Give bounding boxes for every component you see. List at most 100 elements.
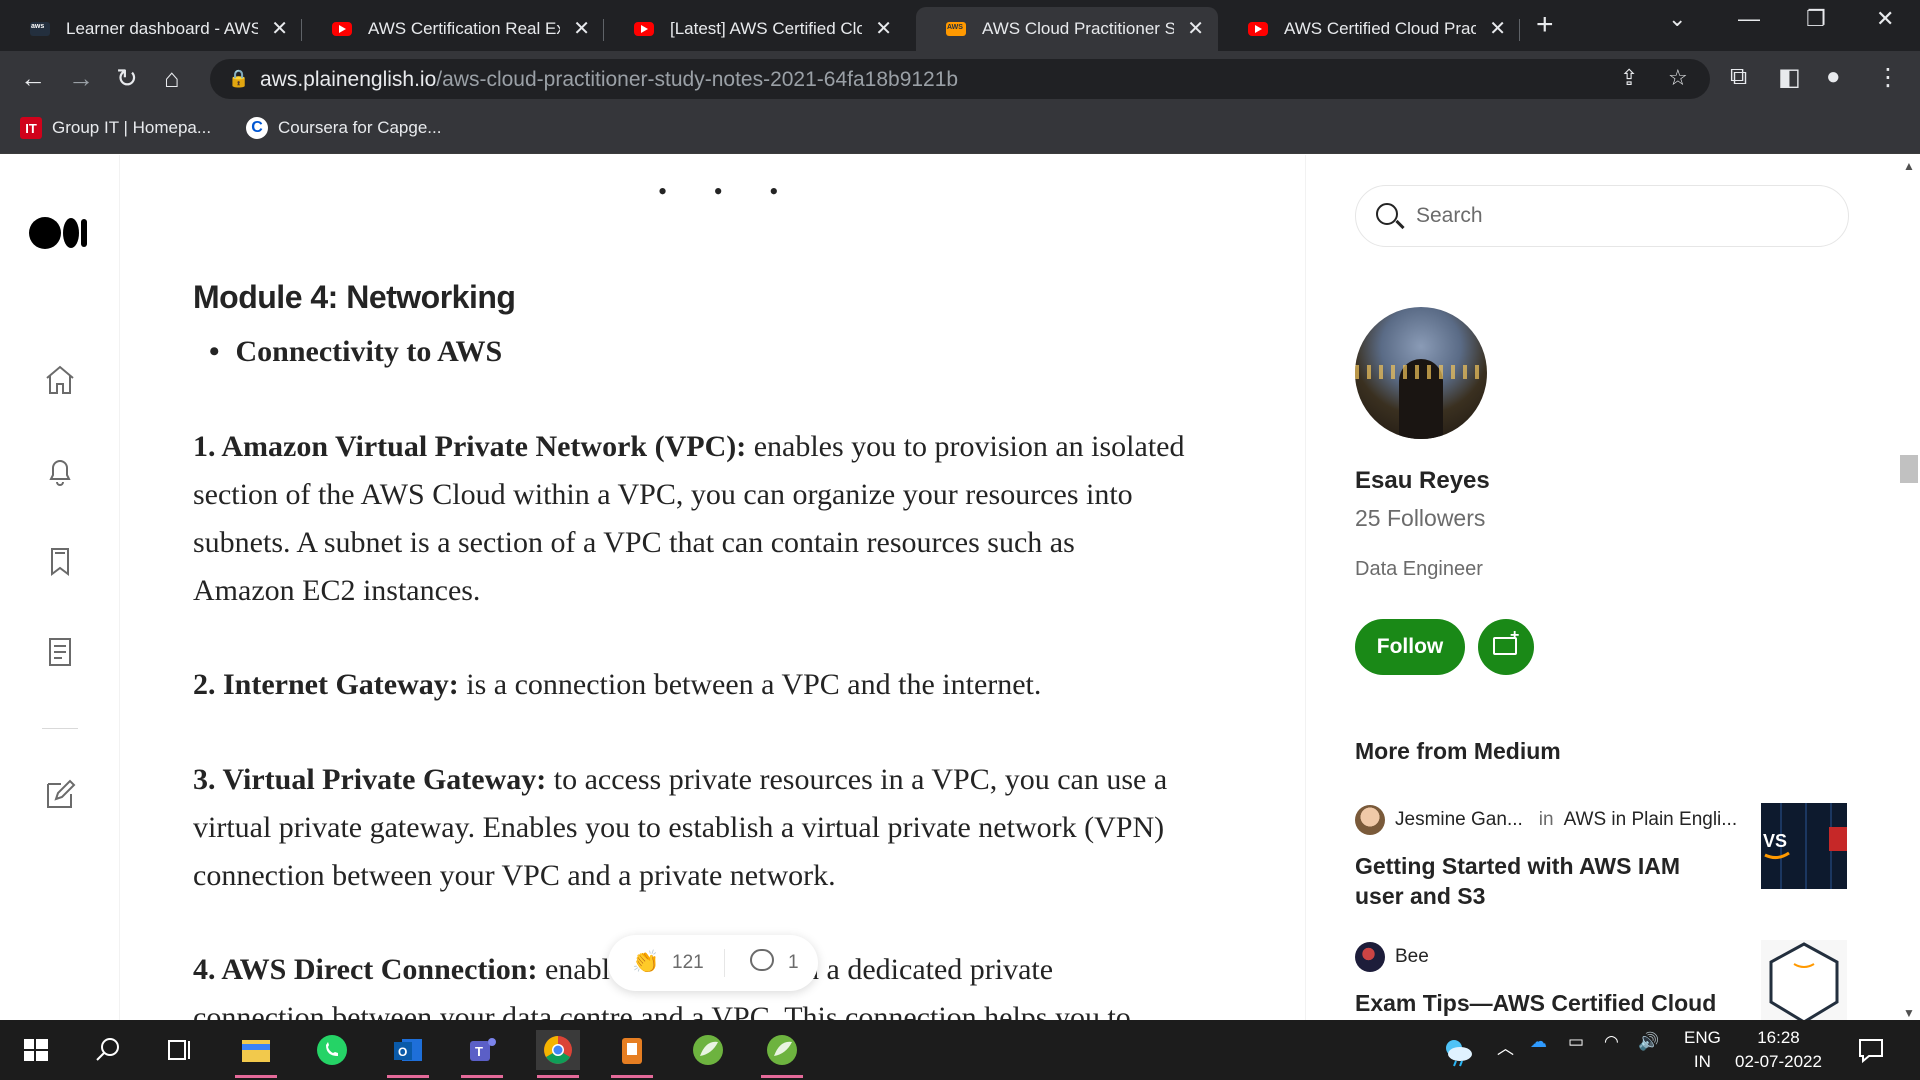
story-author[interactable]: Bee [1395, 946, 1429, 968]
story-author-avatar[interactable] [1355, 805, 1385, 835]
stories-document-icon[interactable] [42, 634, 78, 670]
clap-hands-icon[interactable]: 👏 [632, 949, 659, 975]
wifi-icon[interactable]: ◠ [1604, 1032, 1619, 1052]
clock-date: 02-07-2022 [1735, 1052, 1822, 1071]
tab-search-chevron-icon[interactable]: ⌄ [1668, 6, 1686, 32]
story-author-avatar[interactable] [1355, 942, 1385, 972]
close-tab-icon[interactable]: ✕ [1489, 16, 1506, 41]
subscribe-email-button[interactable]: + [1478, 619, 1534, 675]
profile-icon[interactable]: ● [1826, 63, 1841, 91]
close-window-icon[interactable]: ✕ [1876, 6, 1894, 32]
story-title[interactable]: Exam Tips—AWS Certified Cloud [1355, 988, 1735, 1018]
notification-center-icon[interactable] [1851, 1030, 1891, 1070]
share-icon[interactable]: ⇪ [1620, 65, 1638, 91]
write-edit-icon[interactable] [42, 776, 78, 812]
tab-learner-dashboard[interactable]: Learner dashboard - AWS ✕ [0, 7, 302, 51]
battery-icon[interactable]: ▭ [1568, 1032, 1584, 1052]
bookmark-group-it[interactable]: IT Group IT | Homepa... [20, 117, 211, 139]
home-icon[interactable]: ⌂ [164, 63, 180, 93]
tab-separator [1519, 19, 1520, 41]
chrome-icon[interactable] [536, 1030, 580, 1070]
app-orange-icon[interactable] [612, 1030, 652, 1070]
search-icon[interactable] [88, 1030, 128, 1070]
page-scrollbar[interactable]: ▲ ▼ [1898, 155, 1920, 1020]
group-it-icon: IT [20, 117, 42, 139]
spring-tool-icon[interactable] [688, 1030, 728, 1070]
running-indicator [461, 1075, 503, 1078]
side-panel-icon[interactable]: ◧ [1778, 63, 1801, 92]
paragraph-line: to access private resources in a VPC, yo… [553, 763, 1168, 796]
weather-icon[interactable] [1438, 1030, 1478, 1070]
author-name[interactable]: Esau Reyes [1355, 467, 1490, 495]
scrollbar-thumb[interactable] [1900, 455, 1918, 483]
running-indicator [611, 1075, 653, 1078]
menu-kebab-icon[interactable]: ⋮ [1876, 63, 1900, 92]
search-input[interactable]: Search [1355, 185, 1849, 247]
close-tab-icon[interactable]: ✕ [573, 16, 590, 41]
scroll-up-arrow-icon[interactable]: ▲ [1903, 159, 1915, 173]
tab-aws-certification-real-exam[interactable]: AWS Certification Real Exa ✕ [302, 7, 604, 51]
close-tab-icon[interactable]: ✕ [875, 16, 892, 41]
term-virtual-private-gateway: 3. Virtual Private Gateway: [193, 763, 547, 796]
chevron-up-icon[interactable]: ︿ [1497, 1034, 1514, 1059]
response-bubble-icon[interactable] [750, 949, 774, 971]
follow-button[interactable]: Follow [1355, 619, 1465, 675]
new-tab-plus-icon[interactable]: + [1536, 8, 1554, 42]
running-indicator [761, 1075, 803, 1078]
tab-aws-cloud-practitioner-active[interactable]: AWS Cloud Practitioner St ✕ [916, 7, 1218, 51]
language-indicator[interactable]: ENG IN [1684, 1026, 1721, 1074]
reload-icon[interactable]: ↻ [116, 63, 138, 93]
story-thumbnail-aws-certified-badge[interactable] [1761, 940, 1847, 1020]
tab-aws-certified-cloud-practitioner[interactable]: AWS Certified Cloud Pract ✕ [1218, 7, 1520, 51]
author-followers[interactable]: 25 Followers [1355, 505, 1485, 532]
bookmark-coursera[interactable]: C Coursera for Capge... [246, 117, 441, 139]
bookmark-star-icon[interactable]: ☆ [1668, 65, 1688, 91]
tab-title: [Latest] AWS Certified Clo [670, 19, 862, 38]
tab-title: AWS Cloud Practitioner St [982, 19, 1174, 38]
spring-tool-icon[interactable] [762, 1030, 802, 1070]
story-publication[interactable]: AWS in Plain Engli... [1564, 809, 1738, 831]
logo-ellipse [63, 218, 79, 248]
medium-page: • • • Module 4: Networking Connectivity … [0, 155, 1920, 1020]
forward-arrow-icon[interactable]: → [68, 63, 94, 93]
medium-logo[interactable] [29, 217, 87, 249]
section-heading: Module 4: Networking [193, 279, 516, 315]
back-arrow-icon[interactable]: ← [20, 63, 46, 93]
system-clock[interactable]: 16:28 02-07-2022 [1735, 1026, 1822, 1074]
language-code: ENG [1684, 1028, 1721, 1047]
restore-icon[interactable]: ❐ [1806, 6, 1826, 32]
close-tab-icon[interactable]: ✕ [271, 16, 288, 41]
story-thumbnail-aws-s3[interactable]: VS [1761, 803, 1847, 889]
tab-latest-aws-certified[interactable]: [Latest] AWS Certified Clo ✕ [604, 7, 906, 51]
clap-count: 121 [672, 952, 704, 973]
author-avatar[interactable] [1355, 307, 1487, 439]
tab-strip: Learner dashboard - AWS ✕ AWS Certificat… [0, 0, 1920, 51]
url-text: aws.plainenglish.io/aws-cloud-practition… [260, 68, 958, 92]
close-tab-icon[interactable]: ✕ [1187, 16, 1204, 41]
file-explorer-icon[interactable] [236, 1030, 276, 1070]
coursera-icon: C [246, 117, 268, 139]
story-title[interactable]: Getting Started with AWS IAM user and S3 [1355, 851, 1715, 911]
paragraph-line: section of the AWS Cloud within a VPC, y… [193, 478, 1133, 511]
notifications-bell-icon[interactable] [42, 453, 78, 489]
minimize-icon[interactable]: — [1738, 6, 1760, 32]
story-author[interactable]: Jesmine Gan... [1395, 809, 1523, 831]
lock-icon[interactable]: 🔒 [228, 69, 249, 89]
term-vpc: 1. Amazon Virtual Private Network (VPC): [193, 430, 747, 463]
paragraph-virtual-private-gateway: 3. Virtual Private Gateway: to access pr… [193, 756, 1233, 900]
lists-bookmark-icon[interactable] [42, 543, 78, 579]
address-bar[interactable]: 🔒 aws.plainenglish.io/aws-cloud-practiti… [210, 59, 1710, 99]
home-icon[interactable] [42, 362, 78, 398]
task-view-icon[interactable] [160, 1030, 200, 1070]
whatsapp-icon[interactable] [312, 1030, 352, 1070]
volume-icon[interactable]: 🔊 [1638, 1032, 1659, 1052]
teams-icon[interactable]: T [462, 1030, 502, 1070]
onedrive-cloud-icon[interactable]: ☁ [1530, 1032, 1547, 1052]
term-direct-connection: 4. AWS Direct Connection: [193, 953, 538, 986]
running-indicator [537, 1075, 579, 1078]
outlook-icon[interactable]: O [388, 1030, 428, 1070]
svg-text:T: T [475, 1044, 483, 1059]
extensions-puzzle-icon[interactable]: ⧉ [1730, 63, 1747, 91]
windows-start-icon[interactable] [16, 1030, 56, 1070]
scroll-down-arrow-icon[interactable]: ▼ [1903, 1006, 1915, 1020]
